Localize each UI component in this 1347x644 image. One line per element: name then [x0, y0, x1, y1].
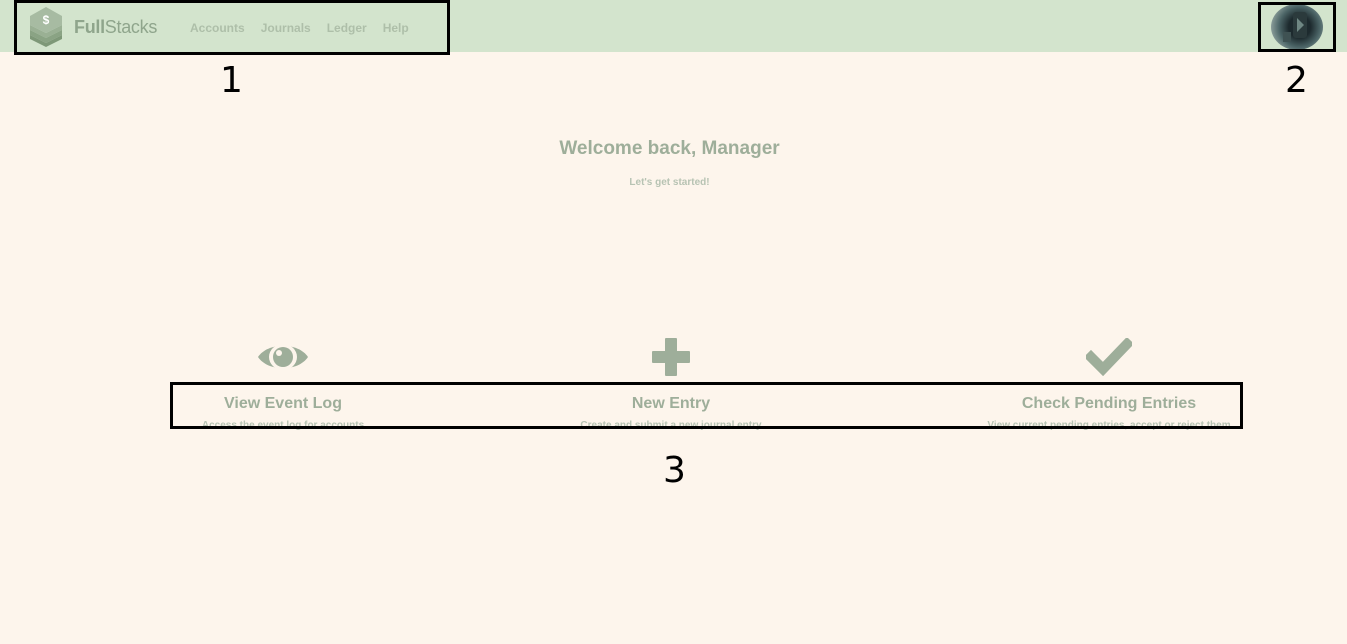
annotation-label-1: 1 [220, 60, 243, 101]
annotation-box-avatar [1258, 2, 1336, 52]
annotation-label-3: 3 [663, 450, 686, 491]
checkmark-icon [1086, 338, 1132, 376]
annotation-box-actions [170, 382, 1243, 429]
annotation-label-2: 2 [1285, 60, 1308, 101]
annotation-box-navbar [14, 0, 450, 55]
plus-icon [652, 338, 690, 376]
welcome-subtitle: Let's get started! [629, 177, 710, 188]
welcome-heading: Welcome back, Manager [559, 138, 780, 159]
eye-icon [258, 344, 308, 370]
